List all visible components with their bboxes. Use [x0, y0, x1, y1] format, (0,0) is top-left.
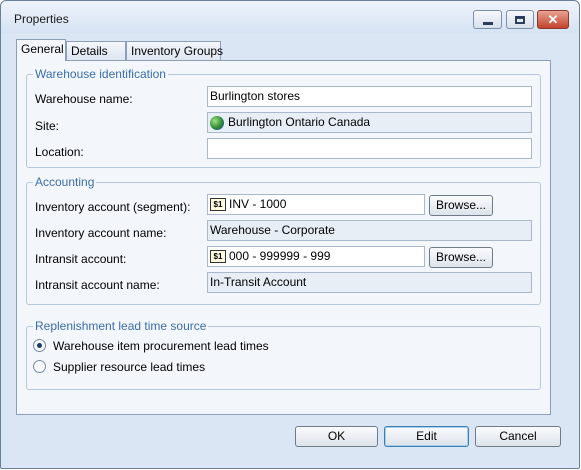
accounting-group: Accounting Inventory account (segment): …	[26, 175, 541, 305]
intransit-account-label: Intransit account:	[35, 252, 127, 266]
minimize-icon	[482, 21, 493, 25]
properties-dialog: Properties ✕ General Details Inventory G…	[0, 0, 580, 469]
maximize-icon	[515, 15, 525, 24]
group-title-accounting: Accounting	[33, 175, 97, 189]
general-tab-panel: Warehouse identification Warehouse name:…	[16, 60, 551, 415]
globe-icon	[210, 115, 224, 130]
ok-button[interactable]: OK	[295, 426, 378, 447]
inventory-account-input[interactable]: $1 INV - 1000	[207, 194, 425, 215]
intransit-account-browse-button[interactable]: Browse...	[429, 247, 493, 268]
warehouse-name-label: Warehouse name:	[35, 92, 133, 106]
edit-button[interactable]: Edit	[384, 426, 469, 447]
tab-details[interactable]: Details	[66, 41, 126, 60]
site-field: Burlington Ontario Canada	[207, 112, 532, 133]
radio-supplier-resource[interactable]	[33, 360, 46, 373]
warehouse-name-input[interactable]: Burlington stores	[207, 86, 532, 107]
segment-account-icon: $1	[210, 198, 226, 212]
close-button[interactable]: ✕	[537, 10, 569, 29]
segment-account-icon: $1	[210, 250, 226, 264]
replenishment-group: Replenishment lead time source Warehouse…	[26, 319, 541, 390]
inventory-account-value: INV - 1000	[229, 197, 287, 211]
inventory-account-browse-button[interactable]: Browse...	[429, 195, 493, 216]
location-input[interactable]	[207, 138, 532, 159]
group-title-replenishment: Replenishment lead time source	[33, 319, 209, 333]
site-value: Burlington Ontario Canada	[228, 115, 371, 129]
tab-general[interactable]: General	[16, 39, 66, 61]
inventory-account-name-label: Inventory account name:	[35, 226, 167, 240]
maximize-button[interactable]	[506, 10, 534, 29]
radio-label-supplier-resource[interactable]: Supplier resource lead times	[53, 360, 205, 374]
site-label: Site:	[35, 119, 60, 133]
warehouse-identification-group: Warehouse identification Warehouse name:…	[26, 67, 541, 168]
tab-inventory-groups[interactable]: Inventory Groups	[126, 41, 223, 60]
intransit-account-name-label: Intransit account name:	[35, 278, 160, 292]
inventory-account-label: Inventory account (segment):	[35, 200, 191, 214]
intransit-account-value: 000 - 999999 - 999	[229, 249, 331, 263]
window-title: Properties	[14, 12, 69, 26]
title-bar: Properties ✕	[1, 1, 579, 33]
radio-warehouse-procurement[interactable]	[33, 339, 46, 352]
intransit-account-input[interactable]: $1 000 - 999999 - 999	[207, 246, 425, 267]
group-title-warehouse-identification: Warehouse identification	[33, 67, 168, 81]
radio-label-warehouse-procurement[interactable]: Warehouse item procurement lead times	[53, 339, 269, 353]
intransit-account-name-field: In-Transit Account	[207, 272, 532, 293]
close-icon: ✕	[547, 12, 559, 27]
cancel-button[interactable]: Cancel	[475, 426, 561, 447]
location-label: Location:	[35, 145, 84, 159]
minimize-button[interactable]	[473, 10, 502, 29]
inventory-account-name-field: Warehouse - Corporate	[207, 220, 532, 241]
